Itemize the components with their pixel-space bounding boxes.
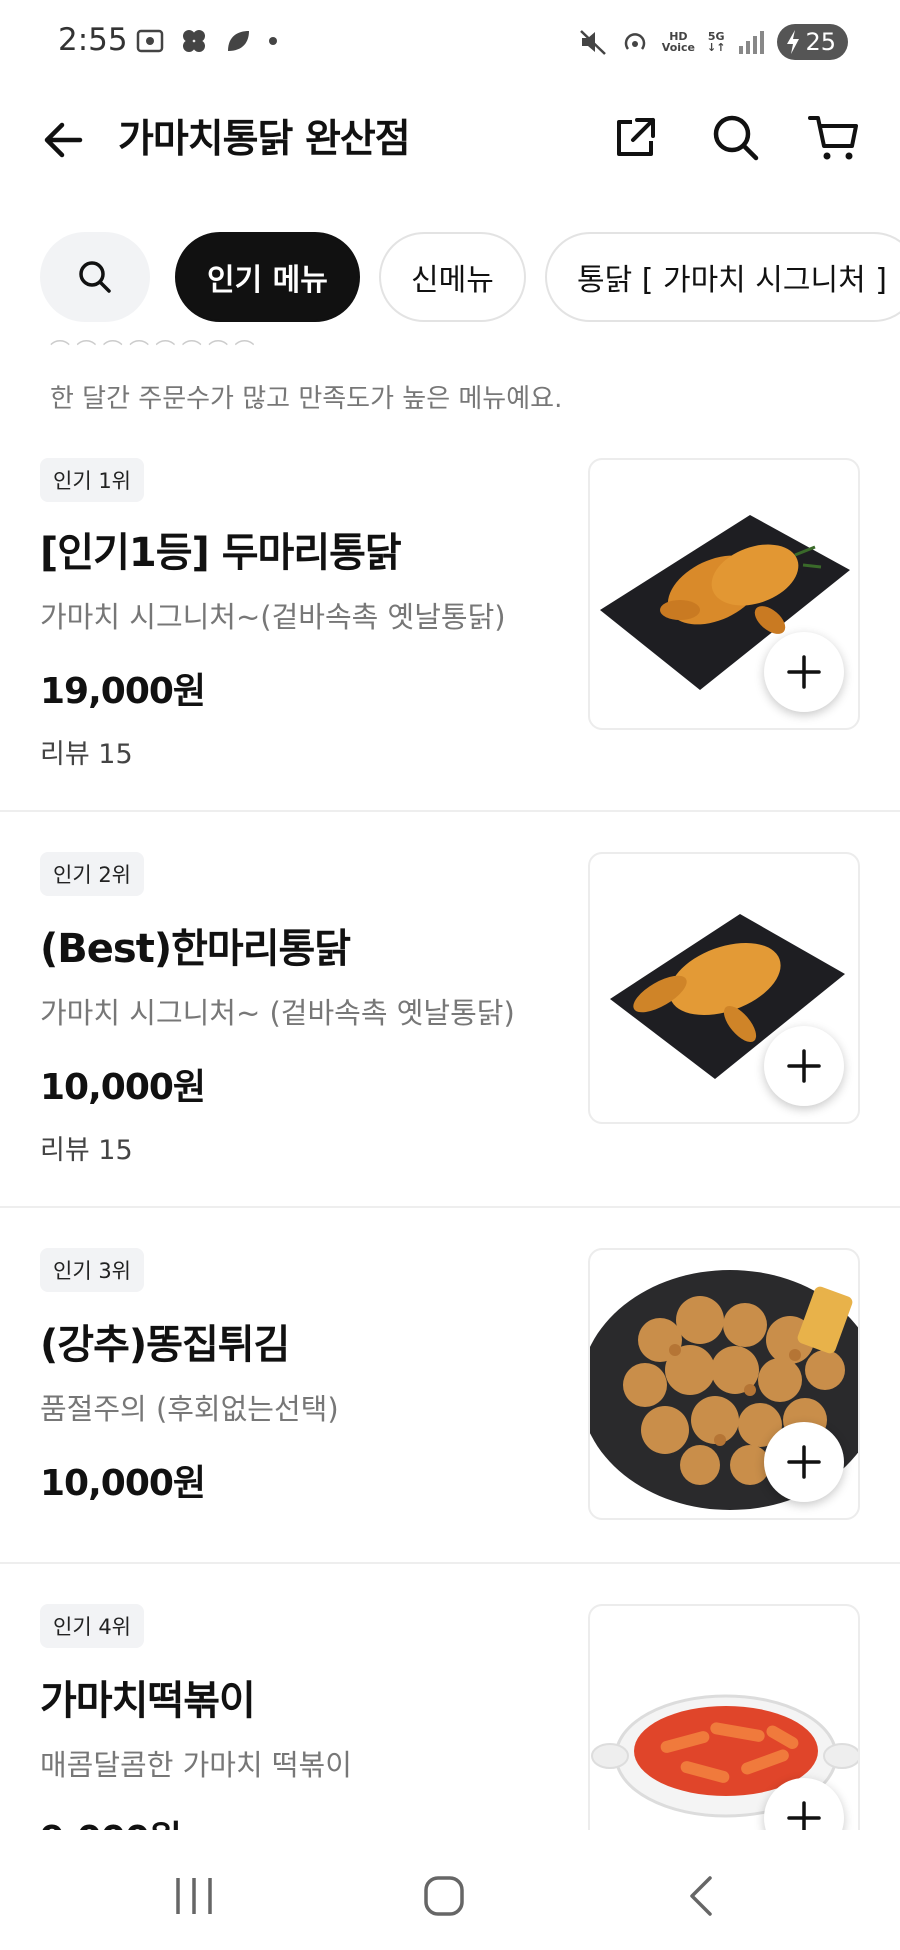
page-title: 가마치통닭 완산점 bbox=[118, 117, 411, 162]
item-review-count: 리뷰 15 bbox=[40, 1135, 133, 1166]
rank-badge: 인기 4위 bbox=[40, 1604, 144, 1648]
leaf-icon bbox=[228, 31, 249, 51]
tab-signature-chicken[interactable]: 통닭 [ 가마치 시그니처 ] bbox=[545, 232, 900, 322]
plus-icon bbox=[787, 655, 821, 689]
app-icon bbox=[183, 30, 205, 52]
item-name: [인기1등] 두마리통닭 bbox=[40, 530, 402, 576]
item-description: 가마치 시그니처~(겉바속촉 옛날통닭) bbox=[40, 600, 506, 634]
rank-badge: 인기 3위 bbox=[40, 1248, 144, 1292]
item-price: 10,000원 bbox=[40, 1463, 206, 1504]
item-name: (Best)한마리통닭 bbox=[40, 926, 351, 972]
screenshot-icon bbox=[136, 29, 164, 53]
hd-voice-icon: HD Voice bbox=[661, 30, 696, 54]
dot-icon bbox=[269, 37, 277, 45]
battery-level: 25 bbox=[805, 28, 836, 56]
item-name: (강추)똥집튀김 bbox=[40, 1322, 290, 1368]
menu-item[interactable]: 인기 1위 [인기1등] 두마리통닭 가마치 시그니처~(겉바속촉 옛날통닭) … bbox=[0, 430, 900, 812]
hotspot-icon bbox=[624, 33, 645, 50]
add-to-cart-button[interactable] bbox=[764, 1026, 844, 1106]
tab-popular-menu[interactable]: 인기 메뉴 bbox=[175, 232, 360, 322]
plus-icon bbox=[787, 1445, 821, 1479]
menu-search-button[interactable] bbox=[40, 232, 150, 322]
category-tabs: 인기 메뉴 신메뉴 통닭 [ 가마치 시그니처 ] bbox=[0, 232, 900, 324]
item-description: 품절주의 (후회없는선택) bbox=[40, 1392, 339, 1426]
cart-icon[interactable] bbox=[806, 110, 862, 166]
system-navigation-bar bbox=[0, 1832, 900, 1950]
mute-icon bbox=[579, 30, 606, 55]
plus-icon bbox=[787, 1801, 821, 1830]
back-arrow-icon[interactable] bbox=[38, 114, 90, 166]
status-system-icons: HD Voice 5G ↓↑ 25 bbox=[578, 24, 848, 60]
item-description: 매콤달콤한 가마치 떡볶이 bbox=[40, 1748, 352, 1782]
charging-icon bbox=[787, 30, 800, 54]
recent-apps-icon[interactable] bbox=[172, 1874, 216, 1918]
item-description: 가마치 시그니처~ (겉바속촉 옛날통닭) bbox=[40, 996, 515, 1030]
item-name: 가마치떡볶이 bbox=[40, 1678, 256, 1724]
menu-item[interactable]: 인기 2위 (Best)한마리통닭 가마치 시그니처~ (겉바속촉 옛날통닭) … bbox=[0, 812, 900, 1208]
signal-icon bbox=[739, 31, 765, 54]
tab-new-menu[interactable]: 신메뉴 bbox=[379, 232, 526, 322]
rank-badge: 인기 2위 bbox=[40, 852, 144, 896]
status-time: 2:55 bbox=[58, 22, 128, 58]
nav-back-icon[interactable] bbox=[680, 1874, 724, 1918]
item-price: 19,000원 bbox=[40, 671, 206, 712]
share-icon[interactable] bbox=[607, 110, 663, 166]
battery-indicator: 25 bbox=[777, 24, 848, 60]
menu-list: 인기 1위 [인기1등] 두마리통닭 가마치 시그니처~(겉바속촉 옛날통닭) … bbox=[0, 430, 900, 1830]
network-type-icon: 5G ↓↑ bbox=[707, 30, 726, 54]
app-header: 가마치통닭 완산점 bbox=[0, 88, 900, 208]
search-icon bbox=[79, 261, 111, 293]
scrolled-section-title-remnant: ⌒ ⌒ ⌒ ⌒ ⌒ ⌒ ⌒ ⌒ bbox=[50, 334, 410, 348]
plus-icon bbox=[787, 1049, 821, 1083]
status-notification-icons bbox=[135, 26, 279, 56]
section-description: 한 달간 주문수가 많고 만족도가 높은 메뉴예요. bbox=[50, 384, 563, 414]
status-bar: 2:55 HD Voice 5G ↓↑ 25 bbox=[0, 0, 900, 88]
rank-badge: 인기 1위 bbox=[40, 458, 144, 502]
menu-item[interactable]: 인기 4위 가마치떡볶이 매콤달콤한 가마치 떡볶이 9,000원 bbox=[0, 1564, 900, 1830]
item-price: 9,000원 bbox=[40, 1810, 182, 1830]
item-review-count: 리뷰 15 bbox=[40, 739, 133, 770]
add-to-cart-button[interactable] bbox=[764, 1422, 844, 1502]
search-icon[interactable] bbox=[708, 110, 764, 166]
home-icon[interactable] bbox=[422, 1874, 466, 1918]
add-to-cart-button[interactable] bbox=[764, 632, 844, 712]
menu-item[interactable]: 인기 3위 (강추)똥집튀김 품절주의 (후회없는선택) 10,000원 bbox=[0, 1208, 900, 1564]
item-price: 10,000원 bbox=[40, 1067, 206, 1108]
